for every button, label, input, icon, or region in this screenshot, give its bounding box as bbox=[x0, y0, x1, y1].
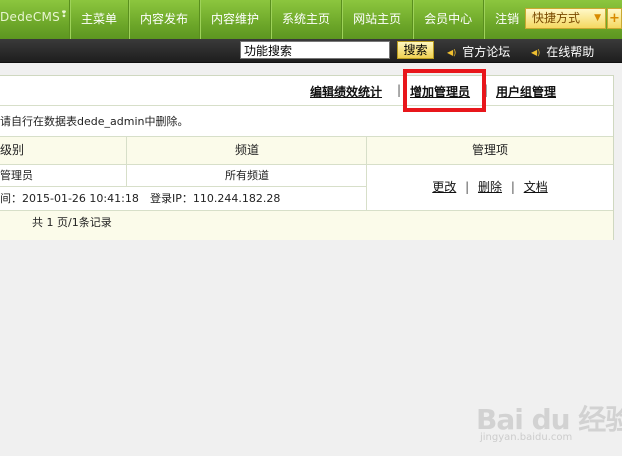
quick-shortcuts-dropdown[interactable]: 快捷方式 ▼ bbox=[525, 8, 606, 29]
nav-item-site-home[interactable]: 网站主页 bbox=[341, 0, 412, 39]
row-actions: 更改 | 删除 | 文档 bbox=[366, 165, 613, 211]
login-ip-cell: 登录IP：110.244.182.28 bbox=[150, 192, 281, 205]
edit-stats-link[interactable]: 编辑绩效统计 bbox=[310, 83, 382, 100]
quick-shortcuts-label: 快捷方式 bbox=[532, 11, 581, 25]
toolbar-separator: | bbox=[397, 83, 402, 97]
nav-item-maintain[interactable]: 内容维护 bbox=[199, 0, 270, 39]
pagination-summary: 共 1 页/1条记录 bbox=[0, 211, 613, 240]
column-header-actions: 管理项 bbox=[366, 137, 613, 165]
login-time-cell: 间：2015-01-26 10:41:18 bbox=[0, 192, 139, 205]
top-navigation-bar: DedeCMS❢ 主菜单 内容发布 内容维护 系统主页 网站主页 会员中心 注销… bbox=[0, 0, 622, 39]
admin-level-cell: 管理员 bbox=[0, 169, 33, 182]
search-bar: 搜索 ◀) 官方论坛 ◀) 在线帮助 bbox=[0, 39, 622, 63]
function-search-input[interactable] bbox=[240, 41, 390, 59]
speaker-icon: ◀) bbox=[447, 48, 457, 57]
nav-item-logout[interactable]: 注销 bbox=[483, 0, 530, 39]
user-group-link[interactable]: 用户组管理 bbox=[496, 83, 556, 100]
column-header-level: 级别 bbox=[0, 137, 127, 165]
speaker-icon: ◀) bbox=[531, 48, 541, 57]
add-shortcut-button[interactable]: + bbox=[607, 8, 622, 29]
column-header-channel: 频道 bbox=[126, 137, 367, 165]
admin-list-panel: 编辑绩效统计 | 增加管理员 | 用户组管理 请自行在数据表dede_admin… bbox=[0, 75, 614, 240]
edit-admin-link[interactable]: 更改 bbox=[432, 180, 456, 194]
admin-channel-cell: 所有频道 bbox=[126, 165, 367, 187]
help-link-label: 在线帮助 bbox=[546, 45, 595, 59]
nav-menu: 主菜单 内容发布 内容维护 系统主页 网站主页 会员中心 注销 bbox=[69, 0, 530, 39]
search-button[interactable]: 搜索 bbox=[397, 41, 434, 59]
nav-item-system-home[interactable]: 系统主页 bbox=[270, 0, 341, 39]
panel-toolbar: 编辑绩效统计 | 增加管理员 | 用户组管理 bbox=[0, 76, 613, 106]
baidu-watermark: Bai du 经验 jingyan.baidu.com bbox=[476, 398, 622, 452]
table-header: 级别 频道 管理项 bbox=[0, 137, 613, 165]
help-link[interactable]: ◀) 在线帮助 bbox=[531, 43, 594, 60]
nav-item-publish[interactable]: 内容发布 bbox=[128, 0, 199, 39]
nav-item-main-menu[interactable]: 主菜单 bbox=[69, 0, 128, 39]
watermark-url: jingyan.baidu.com bbox=[480, 432, 573, 443]
brand-logo: DedeCMS❢ bbox=[0, 10, 68, 24]
action-separator: | bbox=[510, 180, 515, 194]
action-separator: | bbox=[465, 180, 470, 194]
table-row: 管理员 所有频道 bbox=[0, 165, 367, 187]
brand-mark: ❢ bbox=[60, 10, 68, 20]
table-row-login-info: 间：2015-01-26 10:41:18 登录IP：110.244.182.2… bbox=[0, 187, 367, 211]
highlight-annotation-box bbox=[403, 69, 486, 112]
nav-item-member-center[interactable]: 会员中心 bbox=[412, 0, 483, 39]
delete-notice: 请自行在数据表dede_admin中删除。 bbox=[0, 107, 613, 137]
chevron-down-icon: ▼ bbox=[594, 13, 601, 23]
brand-name: DedeCMS bbox=[0, 10, 61, 24]
documents-link[interactable]: 文档 bbox=[524, 180, 548, 194]
forum-link[interactable]: ◀) 官方论坛 bbox=[447, 43, 510, 60]
delete-admin-link[interactable]: 删除 bbox=[478, 180, 502, 194]
forum-link-label: 官方论坛 bbox=[462, 45, 511, 59]
